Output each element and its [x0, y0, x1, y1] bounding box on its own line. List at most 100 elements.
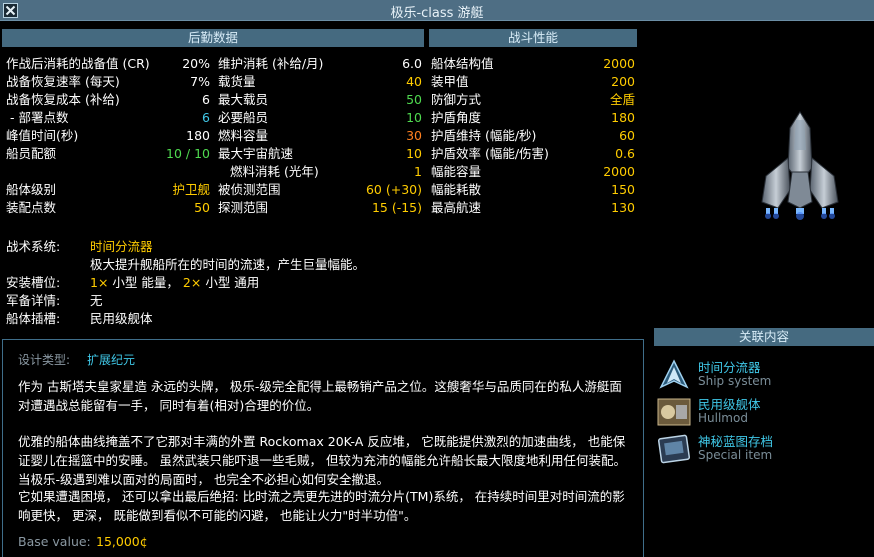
stat-label: 必要船员	[218, 110, 269, 125]
stat-row: 燃料容量 30	[218, 127, 422, 145]
stat-row: 防御方式 全盾	[431, 91, 635, 109]
stat-row: 战备恢复成本 (补给) 6	[6, 91, 210, 109]
stat-value: 130	[611, 200, 635, 215]
slot-type: 小型 能量，	[112, 275, 179, 290]
base-value: 15,000¢	[96, 534, 148, 549]
stat-row: 探测范围 15 (-15)	[218, 199, 422, 217]
stat-row: 载货量 40	[218, 73, 422, 91]
hullmod-icon	[657, 398, 691, 426]
stat-row: 最大宇宙航速 10	[218, 145, 422, 163]
stat-label: 护盾效率 (幅能/伤害)	[431, 146, 549, 161]
stat-row: 护盾角度 180	[431, 109, 635, 127]
stat-value: 40	[406, 74, 422, 89]
stat-row: - 部署点数 6	[6, 109, 210, 127]
tactical-system-name[interactable]: 时间分流器	[90, 238, 153, 256]
stat-value: 20%	[182, 56, 210, 71]
stat-value: 10	[406, 146, 422, 161]
logistics-column-1: 作战后消耗的战备值 (CR) 20% 战备恢复速率 (每天) 7% 战备恢复成本 (…	[6, 55, 210, 225]
stat-label: 燃料容量	[218, 128, 269, 143]
stat-value: 200	[611, 74, 635, 89]
stat-row: 幅能容量 2000	[431, 163, 635, 181]
blueprint-icon	[657, 434, 691, 464]
stat-row: 作战后消耗的战备值 (CR) 20%	[6, 55, 210, 73]
stat-value: 30	[406, 128, 422, 143]
slots-value: 1× 小型 能量， 2× 小型 通用	[90, 274, 259, 292]
slot-count: 1×	[90, 275, 109, 290]
related-item-type: Hullmod	[698, 411, 748, 425]
stat-label: 最大宇宙航速	[218, 146, 294, 161]
description-paragraph: 作为 古斯塔夫皇家星造 永远的头牌， 极乐-级完全配得上最畅销产品之位。这艘奢华…	[18, 379, 622, 413]
hullmod-slot-label: 船体插槽:	[6, 311, 61, 326]
stat-row: 最大载员 50	[218, 91, 422, 109]
window-title: 极乐-class 游艇	[390, 6, 484, 21]
related-item-special[interactable]: 神秘蓝图存档 Special item	[655, 431, 874, 467]
stat-value: 2000	[603, 56, 635, 71]
stat-value: 护卫舰	[172, 182, 210, 197]
stat-value: 150	[611, 182, 635, 197]
stat-label: 作战后消耗的战备值 (CR)	[6, 56, 150, 71]
stat-label: 防御方式	[431, 92, 482, 107]
stat-value: 6.0	[402, 56, 422, 71]
stat-row: 维护消耗 (补给/月) 6.0	[218, 55, 422, 73]
stat-row: 船员配额 10 / 10	[6, 145, 210, 163]
stat-value: 15 (-15)	[371, 200, 422, 215]
stat-label: 被侦测范围	[218, 182, 281, 197]
stat-value: 10	[406, 110, 422, 125]
slots-label: 安装槽位:	[6, 275, 61, 290]
related-item-hullmod[interactable]: 民用级舰体 Hullmod	[655, 394, 874, 430]
stat-row: 幅能耗散 150	[431, 181, 635, 199]
stat-value: 10 / 10	[166, 146, 210, 161]
related-header: 关联内容	[654, 328, 874, 346]
related-item-ship-system[interactable]: 时间分流器 Ship system	[655, 357, 874, 393]
slot-count: 2×	[182, 275, 202, 290]
stat-value: 1	[414, 164, 422, 179]
stat-value: 50	[194, 200, 210, 215]
design-type-value: 扩展纪元	[87, 353, 136, 367]
stat-value: 180	[611, 110, 635, 125]
hullmod-slot-value: 民用级舰体	[90, 311, 153, 326]
stat-label: 峰值时间(秒)	[6, 128, 79, 143]
stat-row: 护盾效率 (幅能/伤害) 0.6	[431, 145, 635, 163]
tactical-system-desc: 极大提升舰船所在的时间的流速，产生巨量幅能。	[90, 257, 366, 272]
description-paragraph: 优雅的船体曲线掩盖不了它那对丰满的外置 Rockomax 20K-A 反应堆， …	[18, 434, 626, 487]
stat-label: 幅能容量	[431, 164, 482, 179]
stat-value: 60 (+30)	[365, 182, 422, 197]
stat-row: 船体级别 护卫舰	[6, 181, 210, 199]
stat-label: 最大载员	[218, 92, 269, 107]
stat-value: 60	[619, 128, 635, 143]
ship-system-icon	[659, 359, 689, 389]
stat-value: 6	[202, 92, 210, 107]
logistics-header: 后勤数据	[2, 29, 424, 47]
related-item-type: Special item	[698, 448, 773, 462]
stat-row: 峰值时间(秒) 180	[6, 127, 210, 145]
base-value-label: Base value:	[18, 534, 91, 549]
stat-label: 维护消耗 (补给/月)	[218, 56, 324, 71]
stat-row: 装配点数 50	[6, 199, 210, 217]
systems-section: 战术系统: 时间分流器 极大提升舰船所在的时间的流速，产生巨量幅能。 安装槽位:…	[6, 238, 636, 333]
stat-value: 0.6	[615, 146, 635, 161]
stat-label: 装甲值	[431, 74, 469, 89]
stat-row: 战备恢复速率 (每天) 7%	[6, 73, 210, 91]
stat-value: 180	[186, 128, 210, 143]
stat-label: 船体结构值	[431, 56, 494, 71]
stat-label: 装配点数	[6, 200, 57, 215]
logistics-column-2: 维护消耗 (补给/月) 6.0 载货量 40 最大载员 50 必要船员 10 燃料容量 3…	[218, 55, 422, 225]
stat-label: 探测范围	[218, 200, 269, 215]
stat-row: 装甲值 200	[431, 73, 635, 91]
combat-column: 船体结构值 2000 装甲值 200 防御方式 全盾 护盾角度 180 护盾维持 (幅能…	[431, 55, 635, 225]
stat-label: 船员配额	[6, 146, 57, 161]
stat-value: 7%	[190, 74, 210, 89]
stat-value: 2000	[603, 164, 635, 179]
stat-row: 燃料消耗 (光年) 1	[218, 163, 422, 181]
stat-label: 护盾维持 (幅能/秒)	[431, 128, 537, 143]
window-title-bar: 极乐-class 游艇	[0, 0, 874, 21]
stat-value: 6	[202, 110, 210, 125]
stat-row: 最高航速 130	[431, 199, 635, 217]
stat-value: 50	[406, 92, 422, 107]
combat-header: 战斗性能	[429, 29, 637, 47]
stat-value: 全盾	[609, 92, 635, 107]
stat-label: 战备恢复速率 (每天)	[6, 74, 120, 89]
stat-row: 护盾维持 (幅能/秒) 60	[431, 127, 635, 145]
armament-label: 军备详情:	[6, 293, 61, 308]
stat-label: 战备恢复成本 (补给)	[6, 92, 120, 107]
